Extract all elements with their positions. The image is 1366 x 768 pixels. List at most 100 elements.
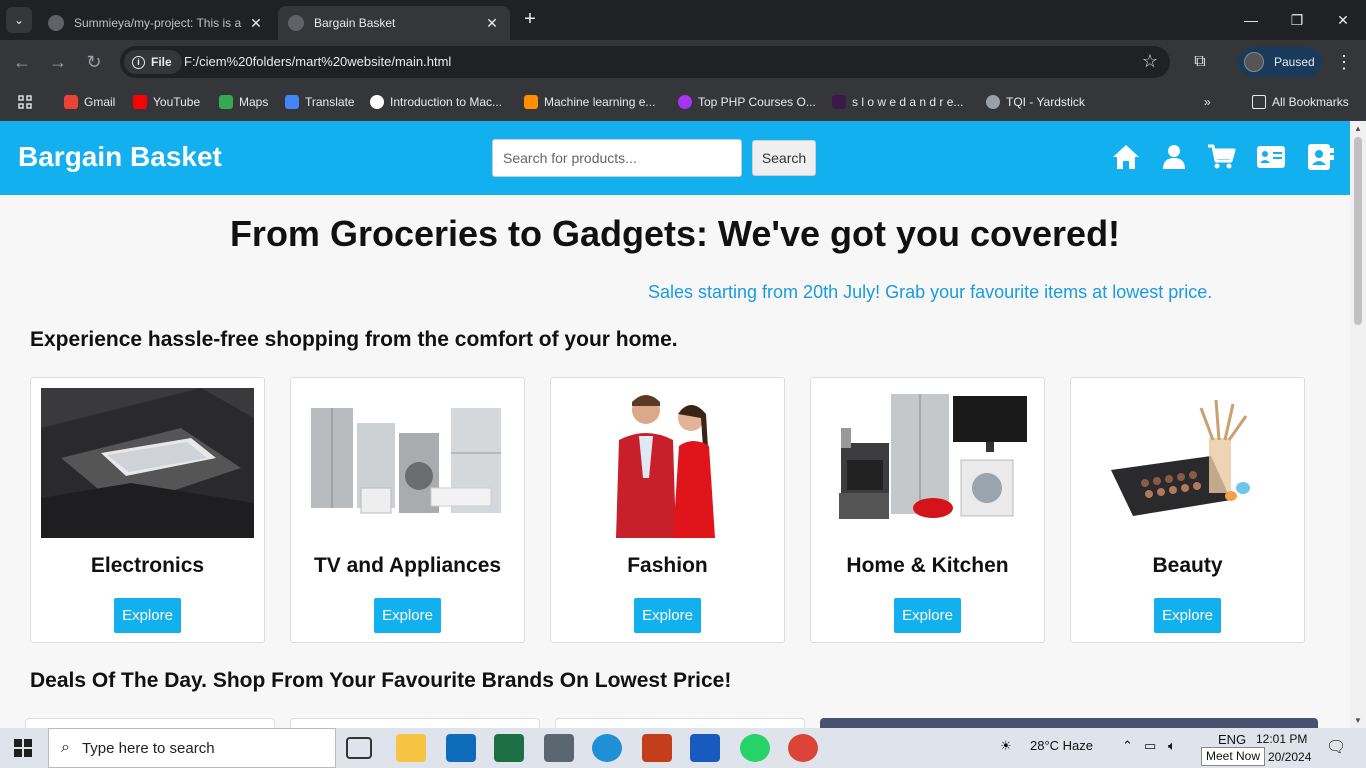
url-text[interactable]: F:/ciem%20folders/mart%20website/main.ht… xyxy=(184,54,451,69)
volume-icon[interactable]: 🔈︎ xyxy=(1168,738,1176,754)
more-bookmarks-icon[interactable]: » xyxy=(1204,92,1211,112)
bookmark-machine-learning[interactable]: Machine learning e... xyxy=(524,92,655,112)
category-name: Home & Kitchen xyxy=(846,554,1009,577)
hero-title: From Groceries to Gadgets: We've got you… xyxy=(229,213,1121,254)
deal-card[interactable] xyxy=(25,718,275,728)
forward-button[interactable]: → xyxy=(44,48,72,76)
search-icon: ⌕ xyxy=(61,739,70,756)
address-book-icon[interactable] xyxy=(1306,143,1336,171)
new-tab-button[interactable]: + xyxy=(518,8,542,32)
language-indicator[interactable]: ENG xyxy=(1218,732,1246,747)
whatsapp-icon[interactable] xyxy=(740,734,770,762)
bookmark-intro-ml[interactable]: Introduction to Mac... xyxy=(370,92,502,112)
taskbar-search-placeholder: Type here to search xyxy=(81,739,215,757)
globe-icon xyxy=(986,95,1000,109)
close-tab-icon[interactable]: ✕ xyxy=(484,15,500,32)
bookmark-translate[interactable]: Translate xyxy=(285,92,355,112)
extensions-icon[interactable]: ⧉ xyxy=(1188,48,1212,76)
scroll-up-icon[interactable]: ▲ xyxy=(1350,124,1366,133)
site-info-chip[interactable]: i File xyxy=(124,50,182,74)
bookmark-label: Maps xyxy=(239,95,269,109)
bookmark-label: Machine learning e... xyxy=(544,95,656,109)
all-bookmarks[interactable]: All Bookmarks xyxy=(1252,92,1349,112)
bookmark-label: Gmail xyxy=(84,95,116,109)
github-icon xyxy=(48,15,64,31)
network-icon[interactable]: ▭ xyxy=(1144,738,1156,754)
clock-time[interactable]: 12:01 PM xyxy=(1256,732,1307,746)
clock-date[interactable]: 20/2024 xyxy=(1268,750,1311,764)
chrome-icon[interactable] xyxy=(788,734,818,762)
tensorflow-icon xyxy=(524,95,538,109)
explore-button[interactable]: Explore xyxy=(374,598,441,633)
explore-button[interactable]: Explore xyxy=(114,598,181,633)
user-icon[interactable] xyxy=(1159,143,1189,171)
scrollbar-thumb[interactable] xyxy=(1354,137,1362,325)
taskbar: ⌕ Type here to search ☀ 28°C Haze ⌃ ▭ 🔈︎… xyxy=(0,728,1366,768)
word-icon[interactable] xyxy=(690,734,720,762)
back-button[interactable]: ← xyxy=(8,48,36,76)
home-icon[interactable] xyxy=(1111,143,1141,171)
explore-button[interactable]: Explore xyxy=(894,598,961,633)
search-input[interactable] xyxy=(492,139,742,177)
site-logo[interactable]: Bargain Basket xyxy=(18,141,222,173)
calculator-icon[interactable] xyxy=(544,734,574,762)
file-explorer-icon[interactable] xyxy=(396,734,426,762)
page-scrollbar[interactable]: ▲ ▼ xyxy=(1350,121,1366,728)
task-view-icon[interactable] xyxy=(346,737,372,759)
menu-icon[interactable]: ⋮ xyxy=(1334,48,1354,76)
windows-start-icon[interactable] xyxy=(14,739,32,757)
bookmark-star-icon[interactable]: ☆ xyxy=(1142,51,1158,72)
explore-button[interactable]: Explore xyxy=(1154,598,1221,633)
bookmark-label: Translate xyxy=(305,95,355,109)
tab-title: Bargain Basket xyxy=(314,16,396,30)
category-card-beauty: Beauty Explore xyxy=(1070,377,1305,643)
contact-card-icon[interactable] xyxy=(1256,143,1286,171)
minimize-button[interactable]: — xyxy=(1228,6,1274,34)
powerpoint-icon[interactable] xyxy=(642,734,672,762)
deal-card[interactable] xyxy=(290,718,540,728)
weather-icon[interactable]: ☀ xyxy=(1000,738,1012,754)
explore-button[interactable]: Explore xyxy=(634,598,701,633)
deal-card[interactable] xyxy=(555,718,805,728)
category-card-fashion: Fashion Explore xyxy=(550,377,785,643)
close-tab-icon[interactable]: ✕ xyxy=(248,15,264,32)
search-button[interactable]: Search xyxy=(752,140,816,176)
beauty-image xyxy=(1081,388,1294,538)
tray-chevron-icon[interactable]: ⌃ xyxy=(1122,738,1133,754)
bookmark-tqi[interactable]: TQI - Yardstick xyxy=(986,92,1085,112)
excel-icon[interactable] xyxy=(494,734,524,762)
bookmark-youtube[interactable]: YouTube xyxy=(133,92,200,112)
bookmark-label: TQI - Yardstick xyxy=(1006,95,1085,109)
maps-icon xyxy=(219,95,233,109)
sale-marquee: Sales starting from 20th July! Grab your… xyxy=(648,282,1213,302)
mail-icon[interactable] xyxy=(446,734,476,762)
weather-text[interactable]: 28°C Haze xyxy=(1030,738,1093,753)
cart-icon[interactable] xyxy=(1206,143,1236,171)
apps-icon[interactable] xyxy=(18,92,32,112)
edge-icon[interactable] xyxy=(592,734,622,762)
bookmark-gmail[interactable]: Gmail xyxy=(64,92,115,112)
bookmark-php-courses[interactable]: Top PHP Courses O... xyxy=(678,92,816,112)
folder-icon xyxy=(1252,95,1266,109)
tab-github[interactable]: Summieya/my-project: This is a ✕ xyxy=(38,6,274,40)
deal-banner[interactable] xyxy=(820,718,1318,728)
udemy-icon xyxy=(678,95,692,109)
fashion-image xyxy=(561,388,774,538)
profile-button[interactable]: Paused xyxy=(1238,47,1322,77)
notifications-icon[interactable]: 🗨︎ xyxy=(1326,737,1346,757)
reload-button[interactable]: ↻ xyxy=(80,48,108,76)
profile-status: Paused xyxy=(1274,55,1315,69)
restore-button[interactable]: ❐ xyxy=(1274,6,1320,34)
tab-title: Summieya/my-project: This is a xyxy=(74,16,242,30)
category-name: Fashion xyxy=(627,554,708,577)
bookmark-maps[interactable]: Maps xyxy=(219,92,268,112)
bookmark-slowed[interactable]: s l o w e d a n d r e... xyxy=(832,92,963,112)
address-bar[interactable]: i File F:/ciem%20folders/mart%20website/… xyxy=(120,46,1170,78)
tab-search-button[interactable]: ⌄ xyxy=(6,7,32,33)
tab-bargain-basket[interactable]: Bargain Basket ✕ xyxy=(278,6,510,40)
scroll-down-icon[interactable]: ▼ xyxy=(1350,716,1366,725)
taskbar-search[interactable]: ⌕ Type here to search xyxy=(48,728,336,768)
category-name: Electronics xyxy=(90,554,205,577)
close-window-button[interactable]: ✕ xyxy=(1320,6,1366,34)
site-header: Bargain Basket Search xyxy=(0,121,1350,195)
